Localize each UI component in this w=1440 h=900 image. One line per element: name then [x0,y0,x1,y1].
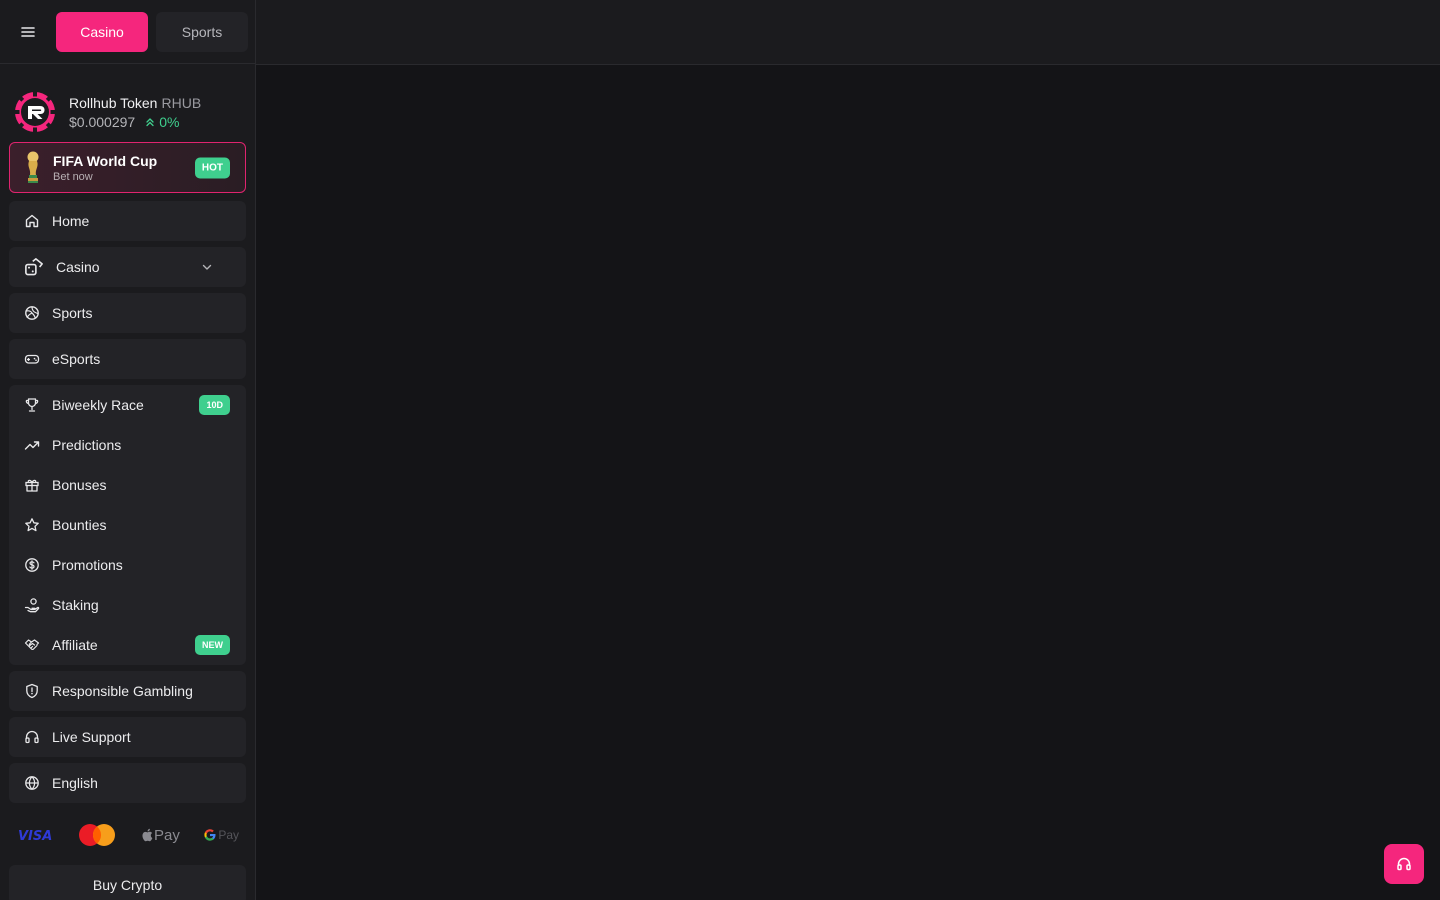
menu-group-responsible: Responsible Gambling [9,671,246,711]
headphones-icon [1397,857,1411,871]
sidebar-item-label: English [52,775,98,791]
rollhub-logo-icon [14,91,56,133]
google-pay-label: Pay [218,828,239,842]
apple-pay-label: Pay [153,826,180,844]
handshake-icon [24,639,40,651]
sidebar-item-promotions[interactable]: Promotions [9,545,246,585]
race-duration-badge: 10D [199,395,230,415]
sidebar-item-label: Sports [52,305,93,321]
sidebar-item-label: Bounties [52,517,107,533]
sidebar-item-label: Biweekly Race [52,397,144,413]
dollar-circle-icon [25,558,39,572]
tab-sports[interactable]: Sports [156,11,248,52]
sidebar-item-responsible-gambling[interactable]: Responsible Gambling [9,671,246,711]
menu-group-sports: Sports [9,293,246,333]
trending-up-icon [24,441,40,450]
sidebar-item-label: Home [52,213,90,229]
sidebar-item-label: Bonuses [52,477,107,493]
globe-icon [25,776,39,790]
buy-crypto-button[interactable]: Buy Crypto [9,865,246,900]
staking-hand-icon [24,598,40,613]
sidebar-item-label: Live Support [52,729,131,745]
token-symbol: RHUB [161,94,202,111]
mastercard-logo-icon [79,824,116,846]
menu-group-features: Biweekly Race 10D Predictions Bonuses Bo… [9,385,246,665]
fifa-world-cup-promo[interactable]: FIFA World Cup Bet now HOT [9,142,246,193]
dice-icon [25,258,43,276]
sidebar-item-staking[interactable]: Staking [9,585,246,625]
tab-casino[interactable]: Casino [56,11,148,52]
home-icon [25,214,39,228]
sidebar-item-bonuses[interactable]: Bonuses [9,465,246,505]
sidebar-item-affiliate[interactable]: Affiliate NEW [9,625,246,665]
sidebar-item-bounties[interactable]: Bounties [9,505,246,545]
app-root: Casino Sports Rollhub Token RHUB $0.0002… [0,0,1440,900]
world-cup-trophy-icon [27,151,39,183]
headphones-icon [25,730,39,744]
sidebar: Casino Sports Rollhub Token RHUB $0.0002… [0,0,256,900]
menu-group-esports: eSports [9,339,246,379]
token-price: $0.000297 [69,113,136,130]
token-change: 0% [159,113,180,130]
token-ticker[interactable]: Rollhub Token RHUB $0.000297 0% [0,64,255,142]
sidebar-item-home[interactable]: Home [9,201,246,241]
sidebar-item-label: eSports [52,351,101,367]
token-name: Rollhub Token [69,94,158,111]
main-content [256,65,1440,900]
payment-methods: VISA Pay Pay [0,813,255,857]
volleyball-icon [25,306,39,320]
shield-alert-icon [26,683,38,699]
menu-icon[interactable] [16,20,40,44]
visa-logo-icon: VISA [18,829,52,842]
menu-group-home: Home [9,201,246,241]
sidebar-item-label: Responsible Gambling [52,683,193,699]
star-icon [25,518,39,532]
google-pay-logo: Pay [204,828,239,842]
menu-group-casino: Casino [9,247,246,287]
sidebar-item-predictions[interactable]: Predictions [9,425,246,465]
sidebar-item-label: Staking [52,597,99,613]
top-bar [256,0,1440,65]
live-support-button[interactable] [1384,844,1424,884]
promo-title: FIFA World Cup [53,152,158,169]
new-badge: NEW [195,635,230,655]
gamepad-icon [24,354,40,364]
svg-text:VISA: VISA [18,829,52,842]
menu-group-language: English [9,763,246,803]
sidebar-item-label: Affiliate [52,637,98,653]
sidebar-item-label: Casino [56,259,100,275]
sidebar-header: Casino Sports [0,0,255,64]
hot-badge: HOT [194,157,230,178]
promo-subtitle: Bet now [53,170,93,183]
sidebar-item-label: Promotions [52,557,123,573]
google-g-icon [204,829,216,841]
apple-pay-logo: Pay [141,827,180,844]
sidebar-item-label: Predictions [52,437,122,453]
sidebar-item-casino[interactable]: Casino [9,247,246,287]
sidebar-item-live-support[interactable]: Live Support [9,717,246,757]
apple-icon [142,828,153,842]
sidebar-item-esports[interactable]: eSports [9,339,246,379]
sidebar-item-biweekly-race[interactable]: Biweekly Race 10D [9,385,246,425]
sidebar-item-language[interactable]: English [9,763,246,803]
chevron-down-icon[interactable] [200,260,214,274]
gift-icon [25,479,39,492]
double-chevron-up-icon [146,117,154,126]
menu-group-support: Live Support [9,717,246,757]
sidebar-item-sports[interactable]: Sports [9,293,246,333]
trophy-icon [25,398,39,412]
